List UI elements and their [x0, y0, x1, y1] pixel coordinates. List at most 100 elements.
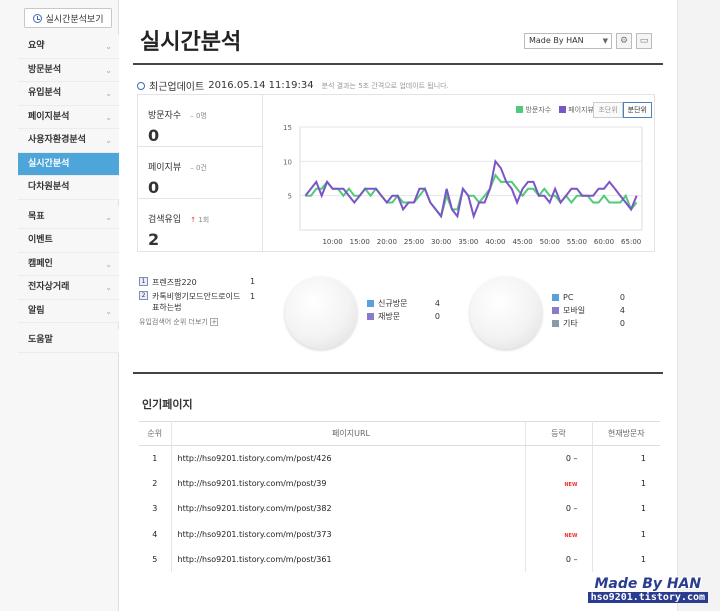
- sidebar-item[interactable]: 도움말: [18, 329, 119, 353]
- table-header-row: 순위 페이지URL 등락 현재방문자: [139, 421, 660, 446]
- update-label: 최근업데이트: [149, 82, 205, 93]
- keyword-row[interactable]: 2 카톡비행기모드안드로이드표하는법: [139, 291, 244, 313]
- x-tick-label: 55:00: [567, 238, 587, 246]
- legend-swatch: [552, 294, 559, 301]
- realtime-view-button[interactable]: 실시간분석보기: [24, 8, 112, 28]
- legend-row: 신규방문 4: [367, 297, 440, 310]
- rank-cell-text: 4: [152, 529, 158, 539]
- legend-label: 신규방문: [378, 299, 408, 308]
- sidebar-item[interactable]: 유입분석 ⌄: [18, 82, 119, 106]
- sidebar-item-label: 이벤트: [28, 235, 53, 245]
- col-url-header: 페이지URL: [171, 421, 526, 446]
- watermark-url: hso9201.tistory.com: [587, 592, 708, 603]
- sidebar-item[interactable]: 다차원분석: [18, 176, 119, 200]
- settings-button[interactable]: ⚙: [616, 33, 632, 49]
- legend-row: 기타 0: [552, 317, 625, 330]
- gear-icon: ⚙: [619, 36, 629, 46]
- sidebar-item[interactable]: 캠페인 ⌄: [18, 252, 119, 276]
- legend-row: 모바일 4: [552, 304, 625, 317]
- url-cell-text: http://hso9201.tistory.com/m/post/39: [177, 479, 327, 489]
- table-row[interactable]: 5 http://hso9201.tistory.com/m/post/361 0 …: [139, 547, 660, 573]
- url-cell[interactable]: http://hso9201.tistory.com/m/post/373: [171, 521, 526, 548]
- table-row[interactable]: 4 http://hso9201.tistory.com/m/post/373 NE…: [139, 521, 660, 548]
- chevron-down-icon: ▼: [602, 37, 608, 45]
- table-row[interactable]: 1 http://hso9201.tistory.com/m/post/426 0 …: [139, 445, 660, 471]
- current-visitors-cell-text: 1: [640, 479, 646, 489]
- rank-cell: 2: [139, 470, 172, 497]
- sidebar-item[interactable]: 실시간분석: [18, 152, 119, 176]
- rank-cell-text: 5: [152, 555, 158, 565]
- chevron-down-icon: ⌄: [105, 306, 112, 316]
- sidebar-item-label: 페이지분석: [28, 111, 70, 122]
- chart-svg: 5 10 15 10:00 15:00 20:00 25:00 30:00 35:00 40:00…: [283, 124, 643, 246]
- url-cell-text: http://hso9201.tistory.com/m/post/382: [177, 504, 332, 514]
- sidebar: 실시간분석보기 요약 ⌄ 방문분석 ⌄ 유입분석 ⌄ 페이지분석 ⌄ 사용자환경분석 ⌄ 실시간분석…: [0, 0, 119, 611]
- change-cell-text: 0 –: [565, 504, 578, 514]
- legend-swatch: [559, 106, 567, 113]
- keyword-more-link[interactable]: 유입검색어 순위 더보기 +: [139, 317, 219, 327]
- table-row[interactable]: 3 http://hso9201.tistory.com/m/post/382 0 …: [139, 496, 660, 522]
- url-cell[interactable]: http://hso9201.tistory.com/m/post/382: [171, 496, 526, 522]
- url-cell-text: http://hso9201.tistory.com/m/post/426: [177, 453, 332, 463]
- sidebar-item[interactable]: 요약 ⌄: [18, 35, 119, 59]
- plot-area: [299, 126, 643, 231]
- arrow-up-icon: ↑: [190, 216, 197, 224]
- sidebar-menu: 요약 ⌄ 방문분석 ⌄ 유입분석 ⌄ 페이지분석 ⌄ 사용자환경분석 ⌄ 실시간분석다차원분석목표 ⌄…: [18, 35, 119, 353]
- section-divider: [133, 372, 663, 374]
- url-cell[interactable]: http://hso9201.tistory.com/m/post/361: [171, 547, 526, 573]
- chevron-down-icon: ⌄: [105, 136, 112, 145]
- sidebar-item-label: 다차원분석: [28, 182, 70, 192]
- sidebar-item[interactable]: 방문분석 ⌄: [18, 58, 119, 82]
- legend-label: 모바일: [563, 306, 586, 315]
- keyword-text: 프렌즈팝220: [152, 278, 197, 287]
- legend-count: 0: [434, 312, 440, 321]
- rank-cell-text: 1: [152, 453, 158, 463]
- x-tick-label: 60:00: [594, 238, 614, 246]
- new-badge: NEW: [564, 532, 578, 539]
- stat-delta-value: 1회: [198, 216, 210, 224]
- watermark-title: Made By HAN: [594, 576, 702, 592]
- x-tick-label: 15:00: [350, 238, 370, 246]
- stat-value: 0: [148, 178, 160, 197]
- change-cell-text: 0 –: [565, 453, 578, 463]
- y-tick-label: 15: [283, 124, 292, 132]
- realtime-chart: 방문자수 페이지뷰 초단위 분단위 5 10 15 10:00 15:00 20:00 25…: [266, 99, 654, 249]
- keyword-more-label: 유입검색어 순위 더보기: [139, 318, 208, 326]
- clock-icon: [32, 13, 42, 23]
- keyword-rank: 1: [139, 277, 148, 286]
- device-donut: [470, 277, 542, 349]
- sidebar-item[interactable]: 이벤트: [18, 229, 119, 253]
- keyword-count: 1: [250, 292, 256, 301]
- stat-delta: ↑ 1회: [190, 216, 209, 224]
- sidebar-item[interactable]: 사용자환경분석 ⌄: [18, 129, 119, 153]
- url-cell[interactable]: http://hso9201.tistory.com/m/post/39: [171, 470, 526, 497]
- print-button[interactable]: ▭: [636, 33, 652, 49]
- table-row[interactable]: 2 http://hso9201.tistory.com/m/post/39 NEW…: [139, 470, 660, 497]
- sidebar-item-label: 도움말: [28, 335, 53, 345]
- url-cell[interactable]: http://hso9201.tistory.com/m/post/426: [171, 445, 526, 471]
- tab-seconds[interactable]: 초단위: [593, 102, 623, 118]
- legend-swatch: [516, 106, 524, 113]
- tab-minutes[interactable]: 분단위: [622, 102, 652, 118]
- sidebar-item[interactable]: 페이지분석 ⌄: [18, 105, 119, 129]
- breakdown-panel: 1 프렌즈팝220 1 2 카톡비행기모드안드로이드표하는법 1 유입검색어 순…: [137, 275, 655, 355]
- sidebar-item[interactable]: 전자상거래 ⌄: [18, 276, 119, 300]
- header-divider: [133, 63, 663, 65]
- top-controls: Made By HAN ▼ ⚙ ▭: [524, 33, 652, 49]
- legend-label: 기타: [563, 319, 578, 328]
- legend-label: 방문자수: [525, 106, 552, 114]
- chevron-down-icon: ⌄: [105, 112, 112, 122]
- keyword-row[interactable]: 1 프렌즈팝220: [139, 277, 197, 288]
- legend-swatch: [367, 300, 374, 307]
- sidebar-item[interactable]: 목표 ⌄: [18, 205, 119, 229]
- legend-item-pageviews: 페이지뷰: [559, 105, 594, 115]
- sidebar-item-label: 사용자환경분석: [28, 135, 86, 145]
- plus-icon: +: [210, 318, 219, 326]
- site-select[interactable]: Made By HAN ▼: [524, 33, 612, 49]
- current-visitors-cell-text: 1: [640, 529, 646, 539]
- sidebar-item[interactable]: 알림 ⌄: [18, 299, 119, 323]
- popular-pages-title: 인기페이지: [142, 398, 193, 411]
- rank-cell: 5: [139, 547, 172, 573]
- realtime-view-label: 실시간분석보기: [45, 14, 104, 25]
- printer-icon: ▭: [639, 36, 649, 46]
